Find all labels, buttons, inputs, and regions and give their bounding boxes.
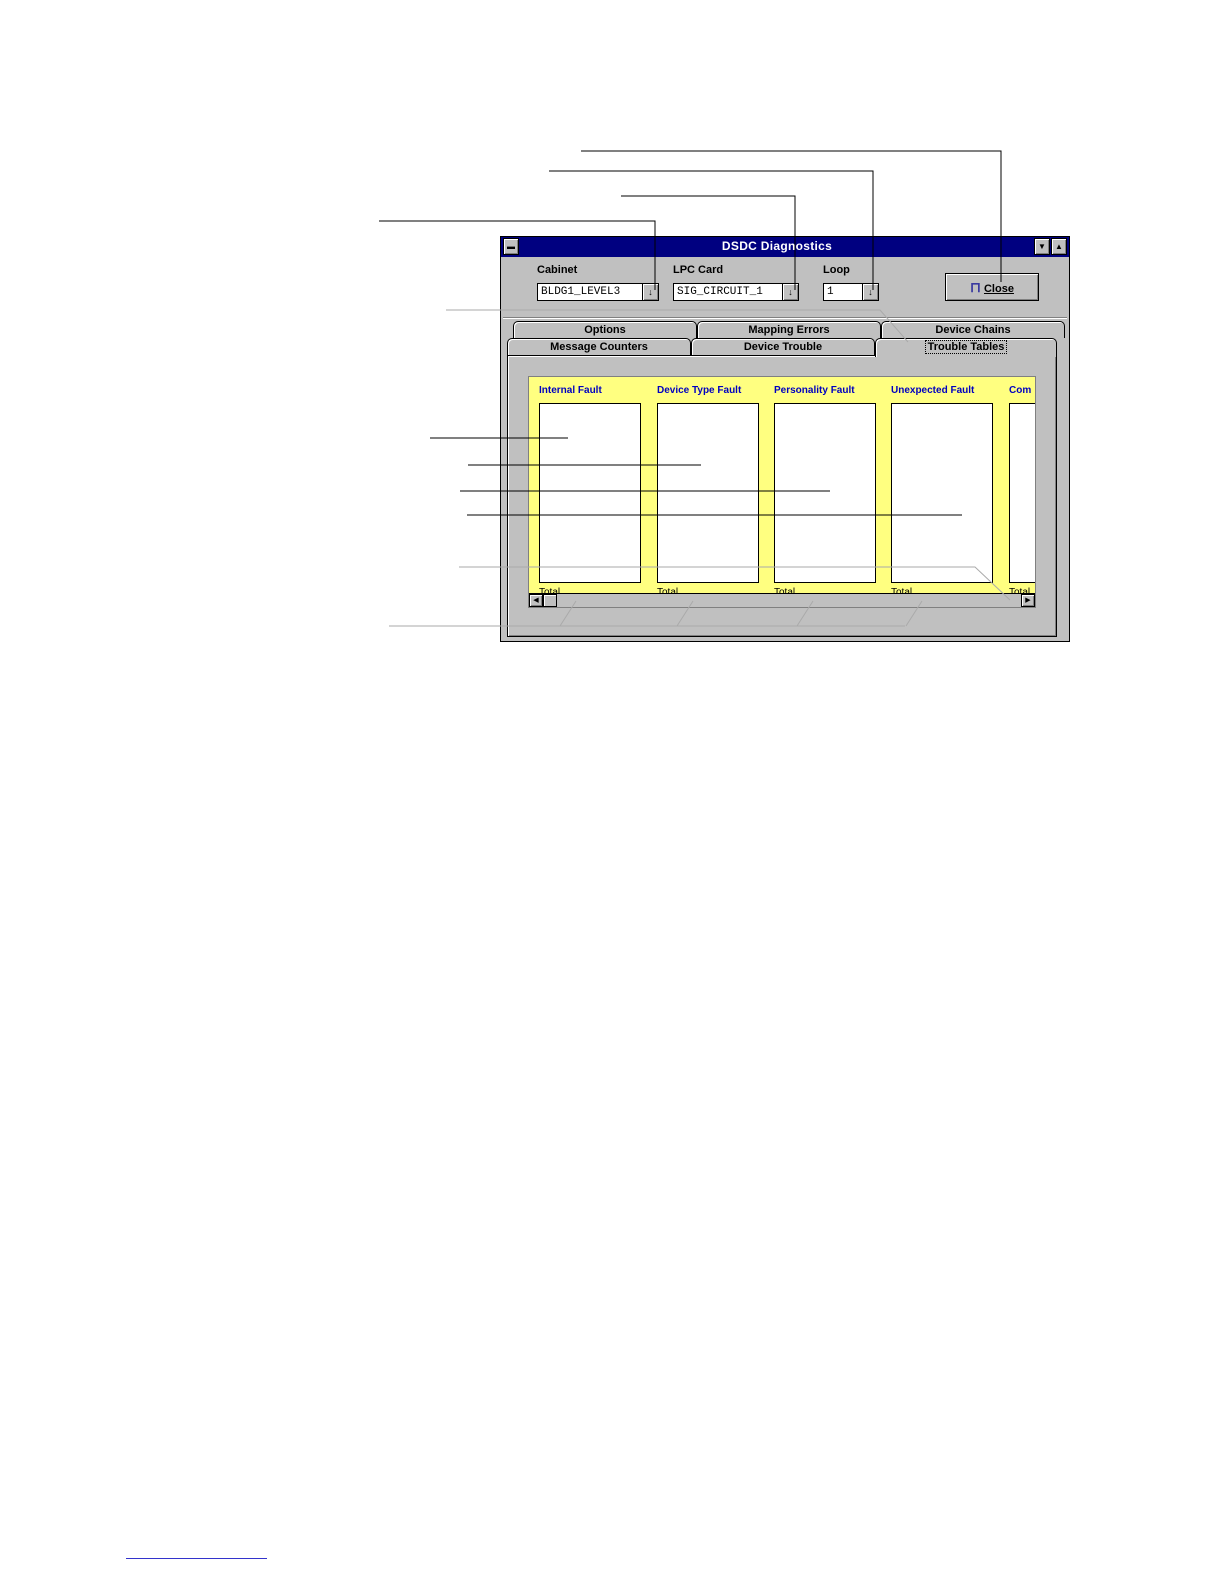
column-header: Personality Fault — [774, 385, 855, 396]
dropdown-arrow-icon[interactable]: ↓ — [782, 284, 798, 300]
column-header: Com — [1009, 385, 1032, 396]
down-arrow-icon: ▼ — [1038, 242, 1046, 251]
tab-mapping-errors[interactable]: Mapping Errors — [697, 321, 881, 338]
column-header: Unexpected Fault — [891, 385, 975, 396]
title-bar[interactable]: ▬ DSDC Diagnostics ▼ ▲ — [501, 237, 1069, 257]
com-fault-list[interactable] — [1009, 403, 1035, 583]
cabinet-dropdown[interactable]: BLDG1_LEVEL3 ↓ — [537, 283, 659, 301]
loop-label: Loop — [823, 264, 850, 276]
column-header: Internal Fault — [539, 385, 602, 396]
tab-device-chains[interactable]: Device Chains — [881, 321, 1065, 338]
right-arrow-icon: ▶ — [1025, 597, 1031, 604]
column-header: Device Type Fault — [657, 385, 742, 396]
scroll-thumb[interactable] — [543, 594, 557, 607]
tab-trouble-tables-label: Trouble Tables — [924, 340, 1008, 354]
loop-value: 1 — [827, 286, 834, 298]
scroll-right-button[interactable]: ▶ — [1021, 594, 1035, 607]
personality-fault-list[interactable] — [774, 403, 876, 583]
device-type-fault-list[interactable] — [657, 403, 759, 583]
horizontal-scrollbar[interactable]: ◀ ▶ — [529, 593, 1035, 607]
tab-trouble-tables[interactable]: Trouble Tables — [875, 338, 1057, 357]
minimize-button[interactable]: ▼ — [1034, 238, 1050, 255]
tab-device-trouble[interactable]: Device Trouble — [691, 338, 875, 355]
close-button-label: Close — [983, 283, 1014, 295]
window-title: DSDC Diagnostics — [721, 239, 833, 253]
cabinet-label: Cabinet — [537, 264, 578, 276]
loop-dropdown[interactable]: 1 ↓ — [823, 283, 879, 301]
internal-fault-list[interactable] — [539, 403, 641, 583]
dropdown-arrow-icon[interactable]: ↓ — [642, 284, 658, 300]
close-button[interactable]: ⊓ Close — [945, 273, 1039, 301]
tab-message-counters[interactable]: Message Counters — [507, 338, 691, 355]
cabinet-value: BLDG1_LEVEL3 — [541, 286, 621, 298]
scroll-left-button[interactable]: ◀ — [529, 594, 543, 607]
trouble-tables-grid: Internal Fault Total Device Type Fault T… — [528, 376, 1036, 608]
maximize-button[interactable]: ▲ — [1051, 238, 1067, 255]
header-separator — [503, 317, 1067, 319]
lpc-card-label: LPC Card — [673, 264, 724, 276]
left-arrow-icon: ◀ — [533, 597, 539, 604]
lpc-card-dropdown[interactable]: SIG_CIRCUIT_1 ↓ — [673, 283, 799, 301]
dropdown-arrow-icon[interactable]: ↓ — [862, 284, 878, 300]
footer-rule — [126, 1558, 267, 1559]
system-menu-button[interactable]: ▬ — [503, 238, 519, 255]
trouble-tables-panel: Internal Fault Total Device Type Fault T… — [507, 355, 1057, 637]
tab-options[interactable]: Options — [513, 321, 697, 338]
lpc-card-value: SIG_CIRCUIT_1 — [677, 286, 763, 298]
up-arrow-icon: ▲ — [1055, 242, 1063, 251]
unexpected-fault-list[interactable] — [891, 403, 993, 583]
dsdc-diagnostics-window: ▬ DSDC Diagnostics ▼ ▲ Cabinet BLDG1_LEV… — [500, 236, 1070, 642]
door-icon: ⊓ — [970, 279, 981, 295]
